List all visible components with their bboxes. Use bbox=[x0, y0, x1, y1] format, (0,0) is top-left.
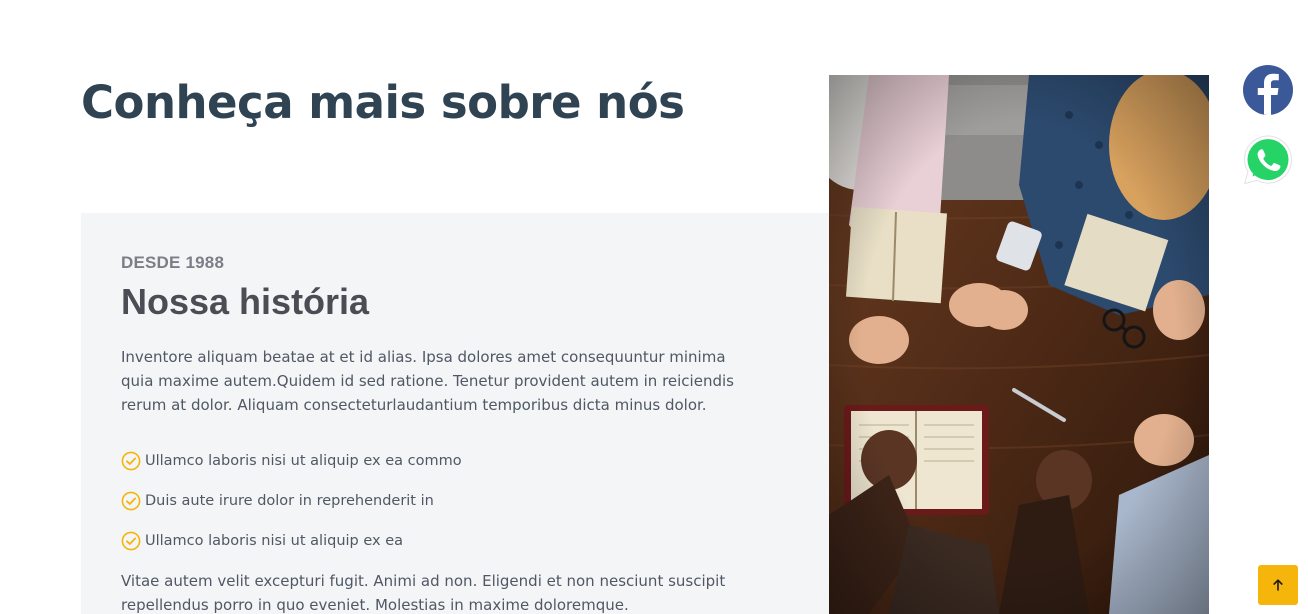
check-list: Ullamco laboris nisi ut aliquip ex ea co… bbox=[121, 441, 462, 561]
group-praying-photo bbox=[829, 75, 1209, 614]
story-paragraph-2: Vitae autem velit excepturi fugit. Animi… bbox=[121, 572, 726, 614]
back-to-top-button[interactable] bbox=[1258, 565, 1298, 605]
list-item: Ullamco laboris nisi ut aliquip ex ea bbox=[121, 521, 462, 561]
list-item-text: Ullamco laboris nisi ut aliquip ex ea co… bbox=[145, 453, 462, 469]
arrow-up-icon bbox=[1273, 579, 1283, 591]
check-circle-icon bbox=[121, 451, 141, 471]
facebook-icon[interactable] bbox=[1242, 64, 1294, 116]
check-circle-icon bbox=[121, 491, 141, 511]
section-title: Conheça mais sobre nós bbox=[81, 76, 685, 129]
story-eyebrow: DESDE 1988 bbox=[121, 253, 225, 272]
check-circle-icon bbox=[121, 531, 141, 551]
list-item-text: Ullamco laboris nisi ut aliquip ex ea bbox=[145, 533, 404, 549]
story-paragraph-1: Inventore aliquam beatae at et id alias.… bbox=[121, 348, 734, 414]
story-heading: Nossa história bbox=[121, 281, 370, 322]
whatsapp-icon[interactable] bbox=[1240, 132, 1296, 188]
list-item: Ullamco laboris nisi ut aliquip ex ea co… bbox=[121, 441, 462, 481]
story-card: DESDE 1988 Nossa história Inventore aliq… bbox=[81, 213, 829, 614]
about-page: Conheça mais sobre nós DESDE 1988 Nossa … bbox=[0, 0, 1308, 614]
list-item-text: Duis aute irure dolor in reprehenderit i… bbox=[145, 493, 434, 509]
list-item: Duis aute irure dolor in reprehenderit i… bbox=[121, 481, 462, 521]
